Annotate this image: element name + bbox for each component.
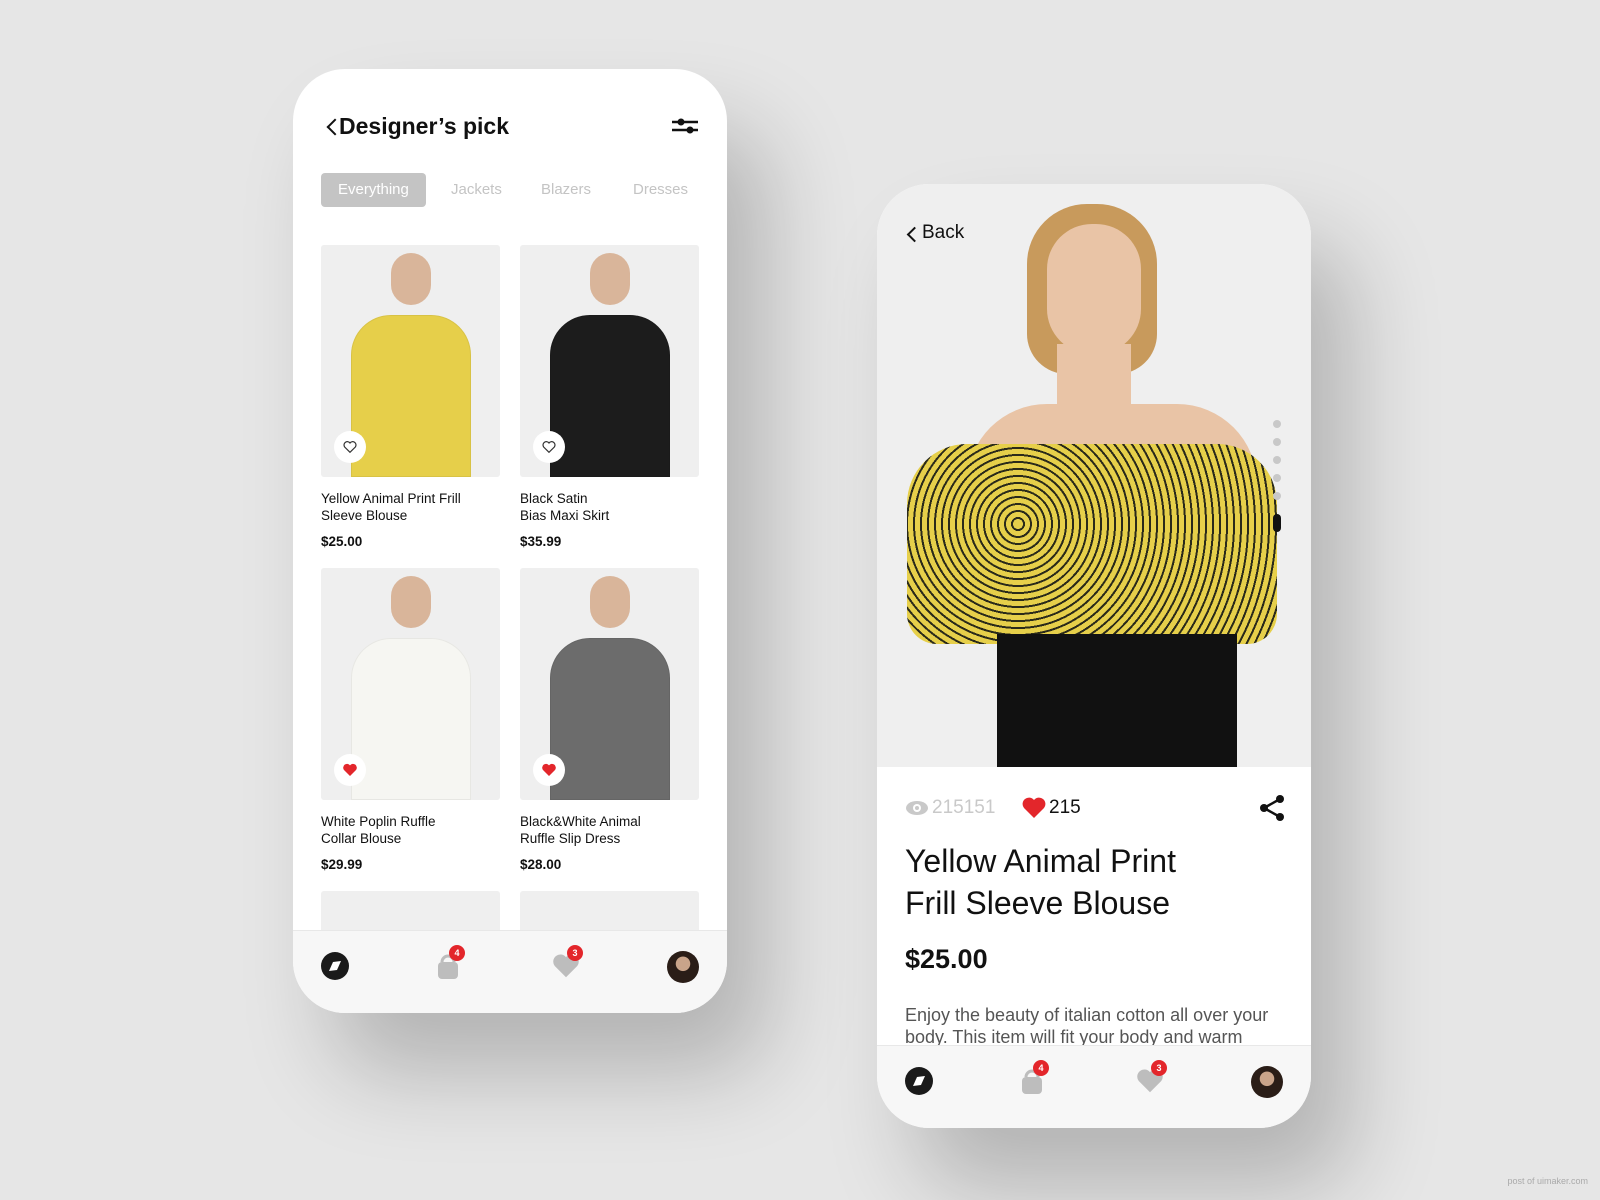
likes-count: 215 (1049, 797, 1081, 818)
back-button[interactable]: Back (922, 222, 964, 244)
favorite-heart-filled-icon[interactable] (334, 754, 366, 786)
product-hero-image (877, 184, 1311, 767)
views-eye-icon (906, 801, 928, 815)
gallery-dot[interactable] (1273, 420, 1281, 428)
product-price: $25.00 (321, 534, 363, 549)
watermark: post of uimaker.com (1507, 1176, 1588, 1186)
cart-badge: 4 (449, 945, 465, 961)
gallery-dot[interactable] (1273, 456, 1281, 464)
product-image[interactable] (520, 245, 699, 477)
profile-avatar[interactable] (1251, 1066, 1283, 1098)
gallery-dot[interactable] (1273, 474, 1281, 482)
product-detail-screen: Back 215151 215 Yellow Animal Print Frill… (877, 184, 1311, 1128)
favorites-badge: 3 (567, 945, 583, 961)
product-name: Black Satin Bias Maxi Skirt (520, 491, 610, 523)
bottom-nav: 4 3 (293, 930, 727, 1013)
profile-avatar[interactable] (667, 951, 699, 983)
page-title: Designer’s pick (339, 113, 510, 139)
cart-bag-icon[interactable]: 4 (433, 945, 465, 981)
favorites-heart-icon[interactable]: 3 (551, 945, 583, 981)
product-price: $28.00 (520, 857, 562, 872)
favorite-heart-outline-icon[interactable] (533, 431, 565, 463)
explore-compass-icon[interactable] (904, 1066, 934, 1096)
likes-heart-icon[interactable] (1022, 797, 1046, 819)
product-card[interactable]: Black&White Animal Ruffle Slip Dress $28.0… (520, 568, 699, 872)
product-name: Black&White Animal Ruffle Slip Dress (520, 814, 641, 846)
description-line: Enjoy the beauty of italian cotton all o… (905, 1005, 1269, 1025)
title-line: Frill Sleeve Blouse (905, 885, 1170, 921)
tab-blazers[interactable]: Blazers (541, 173, 591, 207)
product-image[interactable] (321, 568, 500, 800)
product-name: Yellow Animal Print Frill Sleeve Blouse (321, 491, 461, 523)
tab-dresses[interactable]: Dresses (633, 173, 688, 207)
tab-everything[interactable]: Everything (321, 173, 426, 207)
filter-icon[interactable] (671, 117, 699, 135)
favorite-heart-filled-icon[interactable] (533, 754, 565, 786)
product-image[interactable] (520, 568, 699, 800)
product-card[interactable]: Yellow Animal Print Frill Sleeve Blouse $2… (321, 245, 500, 549)
bottom-nav: 4 3 (877, 1045, 1311, 1128)
product-title: Yellow Animal Print Frill Sleeve Blouse (905, 840, 1176, 924)
product-card[interactable]: Black Satin Bias Maxi Skirt $35.99 (520, 245, 699, 549)
cart-badge: 4 (1033, 1060, 1049, 1076)
gallery-dot[interactable] (1273, 514, 1281, 532)
product-card[interactable]: White Poplin Ruffle Collar Blouse $29.99 (321, 568, 500, 872)
favorites-heart-icon[interactable]: 3 (1135, 1060, 1167, 1096)
share-icon[interactable] (1259, 794, 1285, 822)
product-price: $25.00 (905, 944, 988, 974)
product-description: Enjoy the beauty of italian cotton all o… (905, 1004, 1268, 1048)
title-line: Yellow Animal Print (905, 843, 1176, 879)
views-count: 215151 (932, 797, 996, 818)
tab-jackets[interactable]: Jackets (451, 173, 502, 207)
product-name: White Poplin Ruffle Collar Blouse (321, 814, 436, 846)
gallery-dot[interactable] (1273, 492, 1281, 500)
favorites-badge: 3 (1151, 1060, 1167, 1076)
gallery-dot[interactable] (1273, 438, 1281, 446)
cart-bag-icon[interactable]: 4 (1017, 1060, 1049, 1096)
product-price: $35.99 (520, 534, 562, 549)
product-list-screen: Designer’s pick Everything Jackets Blaze… (293, 69, 727, 1013)
product-image[interactable] (321, 245, 500, 477)
product-price: $29.99 (321, 857, 363, 872)
explore-compass-icon[interactable] (320, 951, 350, 981)
favorite-heart-outline-icon[interactable] (334, 431, 366, 463)
